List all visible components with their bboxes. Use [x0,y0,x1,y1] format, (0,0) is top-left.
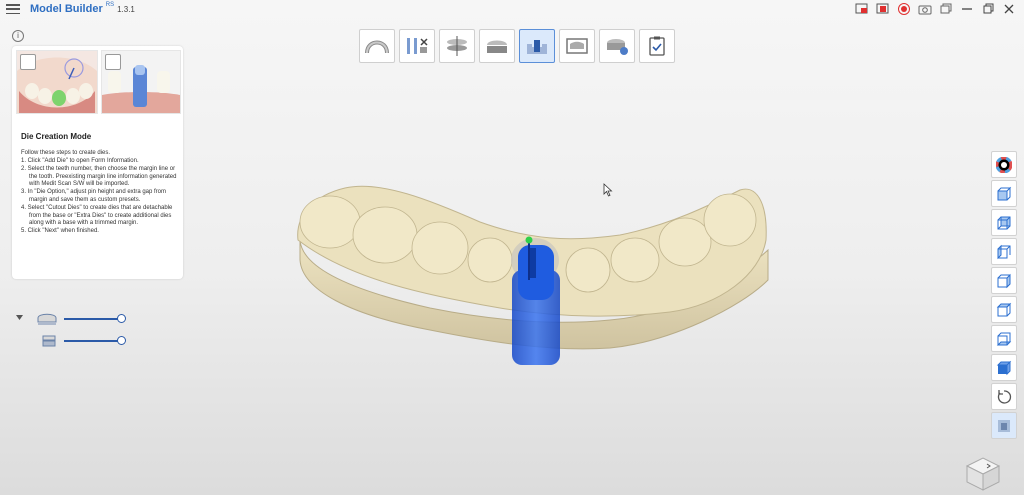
view-back-icon[interactable] [991,209,1017,236]
instruction-steps: 1. Click "Add Die" to open Form Informat… [21,158,181,236]
dental-model-viewport[interactable] [290,180,780,390]
instruction-step: 1. Click "Add Die" to open Form Informat… [21,158,139,164]
record-window-icon[interactable] [874,1,892,17]
title-bar: Model Builder RS 1.3.1 [0,0,1024,18]
lower-model-opacity-track[interactable] [64,340,122,342]
view-left-icon[interactable] [991,238,1017,265]
view-top-icon[interactable] [991,296,1017,323]
app-title: Model Builder [30,3,103,15]
workflow-step-bar [359,29,675,63]
die-preview-image [101,50,181,114]
teeth-select-icon [20,54,36,70]
step-base-icon[interactable] [479,29,515,63]
maximize-icon[interactable] [979,1,997,17]
instruction-step: 5. Click "Next" when finished. [21,228,99,235]
upper-model-opacity-track[interactable] [64,318,122,320]
instruction-step: 2. Select the teeth number, then choose … [21,165,177,188]
info-icon[interactable]: i [12,30,24,42]
color-wheel-icon[interactable] [991,151,1017,178]
die-preview-icon [105,54,121,70]
app-version: 1.3.1 [117,4,135,14]
panel-title: Die Creation Mode [21,132,92,141]
mouse-cursor-icon [603,183,613,197]
minimize-icon[interactable] [958,1,976,17]
lower-model-opacity-slider[interactable] [117,336,126,345]
step-arch-icon[interactable] [359,29,395,63]
view-cube-icon[interactable] [963,454,1003,492]
step-align-icon[interactable] [439,29,475,63]
display-mode-icon[interactable] [991,412,1017,439]
instruction-panel: Die Creation Mode Follow these steps to … [12,46,183,279]
restore-window-icon[interactable] [937,1,955,17]
close-icon[interactable] [1000,1,1018,17]
lower-model-icon[interactable] [41,334,57,348]
camera-icon[interactable] [916,1,934,17]
die-model[interactable] [512,236,560,366]
panel-intro: Follow these steps to create dies. [21,150,111,156]
window-controls [853,1,1018,17]
record-icon[interactable] [895,1,913,17]
reset-view-icon[interactable] [991,383,1017,410]
step-die-icon[interactable] [519,29,555,63]
upper-model-opacity-slider[interactable] [117,314,126,323]
layer-row-lower [14,334,134,348]
view-iso-icon[interactable] [991,354,1017,381]
capture-window-icon[interactable] [853,1,871,17]
step-tools-icon[interactable] [399,29,435,63]
instruction-step: 4. Select "Cutout Dies" to create dies t… [21,204,173,227]
teeth-selection-image [16,50,98,114]
step-trim-icon[interactable] [559,29,595,63]
view-front-icon[interactable] [991,180,1017,207]
view-toolbar [991,151,1017,439]
menu-icon[interactable] [6,4,20,14]
app-badge: RS [105,2,115,8]
step-export-icon[interactable] [599,29,635,63]
layer-row-upper [14,312,134,326]
view-bottom-icon[interactable] [991,325,1017,352]
upper-model-icon[interactable] [36,312,58,326]
step-finish-icon[interactable] [639,29,675,63]
collapse-icon[interactable] [16,315,24,321]
view-right-icon[interactable] [991,267,1017,294]
instruction-step: 3. In "Die Option," adjust pin height an… [21,189,167,203]
